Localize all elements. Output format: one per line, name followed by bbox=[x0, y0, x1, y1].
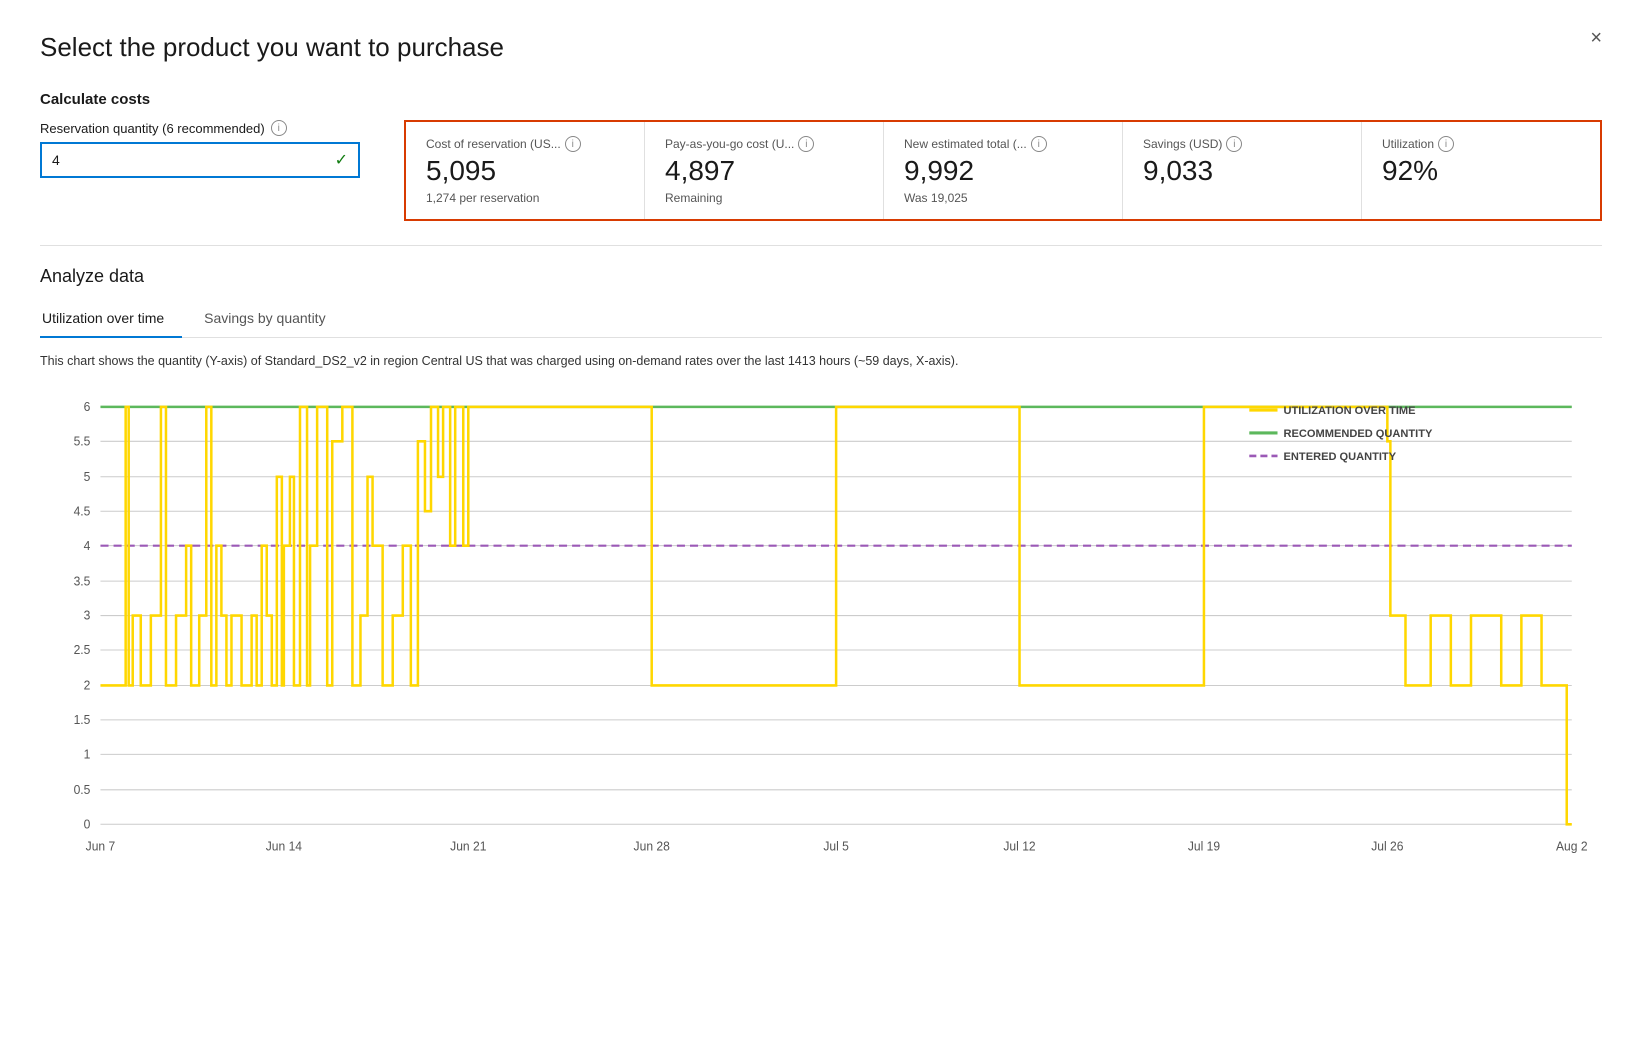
tabs: Utilization over time Savings by quantit… bbox=[40, 301, 1602, 338]
svg-text:2: 2 bbox=[84, 678, 91, 692]
metric-info-icon-3[interactable]: i bbox=[1226, 136, 1242, 152]
metric-item-1: Pay-as-you-go cost (U... i 4,897 Remaini… bbox=[645, 122, 884, 219]
svg-text:5.5: 5.5 bbox=[74, 434, 91, 448]
metric-item-0: Cost of reservation (US... i 5,095 1,274… bbox=[406, 122, 645, 219]
metric-label-0: Cost of reservation (US... i bbox=[426, 136, 624, 152]
svg-text:Jun 14: Jun 14 bbox=[266, 839, 302, 853]
metric-value-3: 9,033 bbox=[1143, 156, 1341, 187]
svg-text:Jul 19: Jul 19 bbox=[1188, 839, 1220, 853]
quantity-info-icon[interactable]: i bbox=[271, 120, 287, 136]
metric-info-icon-0[interactable]: i bbox=[565, 136, 581, 152]
quantity-panel: Reservation quantity (6 recommended) i ✓ bbox=[40, 120, 380, 178]
close-button[interactable]: × bbox=[1590, 28, 1602, 48]
metric-sub-1: Remaining bbox=[665, 191, 863, 205]
svg-text:4.5: 4.5 bbox=[74, 504, 91, 518]
metric-sub-2: Was 19,025 bbox=[904, 191, 1102, 205]
svg-text:6: 6 bbox=[84, 400, 91, 414]
tab-utilization[interactable]: Utilization over time bbox=[40, 302, 182, 338]
quantity-label: Reservation quantity (6 recommended) i bbox=[40, 120, 380, 136]
quantity-input[interactable] bbox=[52, 152, 335, 168]
check-icon: ✓ bbox=[335, 150, 348, 170]
metrics-panel: Cost of reservation (US... i 5,095 1,274… bbox=[404, 120, 1602, 221]
svg-text:Jun 21: Jun 21 bbox=[450, 839, 486, 853]
page-title: Select the product you want to purchase bbox=[40, 32, 1602, 63]
quantity-input-wrapper: ✓ bbox=[40, 142, 360, 178]
svg-text:0.5: 0.5 bbox=[74, 783, 91, 797]
metric-item-2: New estimated total (... i 9,992 Was 19,… bbox=[884, 122, 1123, 219]
divider bbox=[40, 245, 1602, 246]
metric-label-1: Pay-as-you-go cost (U... i bbox=[665, 136, 863, 152]
metric-label-4: Utilization i bbox=[1382, 136, 1580, 152]
svg-text:3: 3 bbox=[84, 608, 91, 622]
metric-label-3: Savings (USD) i bbox=[1143, 136, 1341, 152]
svg-text:ENTERED QUANTITY: ENTERED QUANTITY bbox=[1284, 451, 1397, 463]
utilization-chart: 0 0.5 1 1.5 2 2.5 3 3.5 4 4.5 5 5.5 6 Ju… bbox=[40, 386, 1602, 866]
calculate-section: Calculate costs Reservation quantity (6 … bbox=[40, 91, 1602, 221]
metric-label-2: New estimated total (... i bbox=[904, 136, 1102, 152]
svg-text:2.5: 2.5 bbox=[74, 643, 91, 657]
svg-text:Jun 7: Jun 7 bbox=[86, 839, 116, 853]
svg-text:5: 5 bbox=[84, 470, 91, 484]
svg-text:1: 1 bbox=[84, 747, 91, 761]
metric-info-icon-4[interactable]: i bbox=[1438, 136, 1454, 152]
svg-text:Jun 28: Jun 28 bbox=[634, 839, 670, 853]
metric-value-0: 5,095 bbox=[426, 156, 624, 187]
analyze-section: Analyze data Utilization over time Savin… bbox=[40, 266, 1602, 866]
metric-sub-0: 1,274 per reservation bbox=[426, 191, 624, 205]
svg-text:Aug 2: Aug 2 bbox=[1556, 839, 1588, 853]
svg-text:0: 0 bbox=[84, 817, 91, 831]
svg-text:Jul 5: Jul 5 bbox=[823, 839, 849, 853]
calculate-section-title: Calculate costs bbox=[40, 91, 1602, 108]
metric-value-4: 92% bbox=[1382, 156, 1580, 187]
metric-value-2: 9,992 bbox=[904, 156, 1102, 187]
svg-text:4: 4 bbox=[84, 538, 91, 552]
metric-info-icon-1[interactable]: i bbox=[798, 136, 814, 152]
svg-text:Jul 26: Jul 26 bbox=[1371, 839, 1403, 853]
analyze-title: Analyze data bbox=[40, 266, 1602, 287]
metric-item-3: Savings (USD) i 9,033 bbox=[1123, 122, 1362, 219]
tab-savings[interactable]: Savings by quantity bbox=[202, 302, 343, 338]
metric-info-icon-2[interactable]: i bbox=[1031, 136, 1047, 152]
svg-text:UTILIZATION OVER TIME: UTILIZATION OVER TIME bbox=[1284, 405, 1416, 417]
metric-value-1: 4,897 bbox=[665, 156, 863, 187]
chart-description: This chart shows the quantity (Y-axis) o… bbox=[40, 354, 1602, 368]
metric-item-4: Utilization i 92% bbox=[1362, 122, 1600, 219]
chart-area: 0 0.5 1 1.5 2 2.5 3 3.5 4 4.5 5 5.5 6 Ju… bbox=[40, 386, 1602, 866]
svg-text:1.5: 1.5 bbox=[74, 713, 91, 727]
svg-text:RECOMMENDED QUANTITY: RECOMMENDED QUANTITY bbox=[1284, 428, 1433, 440]
svg-text:3.5: 3.5 bbox=[74, 574, 91, 588]
svg-text:Jul 12: Jul 12 bbox=[1003, 839, 1035, 853]
